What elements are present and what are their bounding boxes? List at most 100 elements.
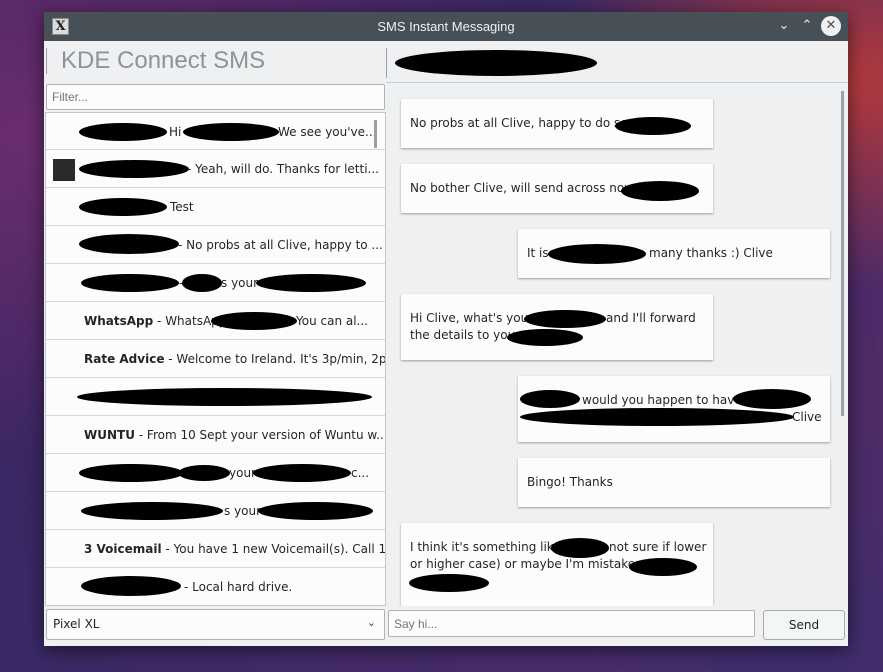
conversation-name: Rate Advice (84, 352, 165, 366)
conversation-preview-tail: You can al... (296, 314, 368, 328)
message-scrollbar[interactable] (841, 91, 844, 416)
message-text: Hi Clive, what's your (410, 311, 534, 325)
redacted-text (409, 574, 489, 592)
message-text-tail: many thanks :) Clive (649, 246, 773, 260)
message-text: would you happen to have (582, 393, 742, 407)
message-text: Bingo! Thanks (527, 475, 613, 489)
conversation-preview: - From 10 Sept your version of Wuntu w..… (134, 428, 385, 442)
redacted-text (524, 310, 606, 328)
conversation-row[interactable]: - s your (46, 264, 385, 302)
message-text: No bother Clive, will send across now. (410, 181, 637, 195)
conversation-row[interactable]: 3 Voicemail - You have 1 new Voicemail(s… (46, 530, 385, 568)
message-bubble: It is many thanks :) Clive (518, 229, 830, 278)
header-divider (386, 82, 848, 83)
conversation-preview-tail: c... (351, 466, 370, 480)
conversation-row[interactable]: WhatsApp - WhatsApp You can al... (46, 302, 385, 340)
redacted-text (81, 502, 223, 520)
conversation-row[interactable]: Test (46, 188, 385, 226)
message-bubble: I think it's something like not sure if … (401, 523, 713, 606)
conversation-preview: - No probs at all Clive, happy to ... (178, 238, 383, 252)
redacted-text (211, 312, 297, 330)
conversation-preview: - Yeah, will do. Thanks for letti... (187, 162, 379, 176)
conversation-row[interactable]: - No probs at all Clive, happy to ... (46, 226, 385, 264)
message-text: I think it's something like (410, 540, 561, 554)
conversation-row[interactable]: - Yeah, will do. Thanks for letti... (46, 150, 385, 188)
redacted-text (520, 390, 580, 408)
sms-window: X SMS Instant Messaging ⌄ ⌃ ✕ KDE Connec… (44, 12, 848, 646)
conversation-preview-tail: s your (221, 276, 259, 290)
conversation-row[interactable]: Hi We see you've... (46, 113, 385, 150)
conversation-preview: - You have 1 new Voicemail(s). Call 1... (161, 542, 385, 556)
conversation-row[interactable]: s your (46, 492, 385, 530)
conversation-preview: - Local hard drive. (184, 580, 293, 594)
send-button[interactable]: Send (763, 610, 845, 640)
message-text-line2: or higher case) or maybe I'm mistaken. (410, 557, 647, 571)
redacted-text (520, 408, 794, 426)
redacted-text (548, 244, 646, 264)
message-text-tail: Clive (792, 410, 822, 424)
message-bubble: No bother Clive, will send across now. (401, 164, 713, 213)
redacted-text (507, 329, 583, 346)
redacted-text (621, 181, 699, 201)
title-bar[interactable]: X SMS Instant Messaging ⌄ ⌃ ✕ (44, 12, 848, 41)
filter-input[interactable] (46, 84, 385, 110)
redacted-text (733, 389, 811, 409)
conversation-row[interactable]: - Local hard drive. (46, 568, 385, 605)
redacted-text (178, 465, 230, 481)
message-text: It is (527, 246, 549, 260)
redacted-text (81, 576, 181, 596)
maximize-icon[interactable]: ⌃ (797, 16, 817, 36)
redacted-text (79, 234, 179, 254)
redacted-text (258, 502, 373, 520)
conversation-list[interactable]: Hi We see you've... - Yeah, will do. Tha… (45, 112, 386, 606)
conversation-preview: Test (170, 200, 194, 214)
app-name: KDE Connect SMS (61, 47, 266, 74)
redacted-text (81, 274, 179, 292)
device-select[interactable]: Pixel XL ⌄ (46, 609, 385, 640)
redacted-text (77, 388, 372, 406)
device-select-value: Pixel XL (53, 617, 100, 631)
message-text-line2: the details to you (410, 328, 516, 342)
redacted-contact-name (395, 50, 597, 76)
redacted-text (183, 123, 279, 141)
conversation-row[interactable]: Rate Advice - Welcome to Ireland. It's 3… (46, 340, 385, 378)
message-bubble: No probs at all Clive, happy to do so. (401, 99, 713, 148)
chevron-down-icon: ⌄ (366, 616, 376, 629)
list-scrollbar[interactable] (374, 120, 377, 148)
app-header: KDE Connect SMS (46, 47, 384, 74)
message-text: No probs at all Clive, happy to do so. (410, 116, 632, 130)
message-text-tail: and I'll forward (606, 311, 696, 325)
message-bubble: Hi Clive, what's your and I'll forward t… (401, 294, 713, 360)
close-icon[interactable]: ✕ (821, 16, 841, 36)
window-title: SMS Instant Messaging (377, 19, 515, 34)
minimize-icon[interactable]: ⌄ (774, 16, 794, 36)
conversation-row[interactable] (46, 378, 385, 416)
conversation-preview: - Welcome to Ireland. It's 3p/min, 2p... (164, 352, 385, 366)
redacted-text (256, 274, 366, 292)
conversation-preview-tail: We see you've... (278, 125, 377, 139)
redacted-text (79, 123, 167, 141)
conversation-preview: s your (224, 504, 262, 518)
message-text-tail: not sure if lower (609, 540, 707, 554)
message-input[interactable] (388, 610, 755, 637)
redacted-text (79, 464, 183, 482)
redacted-text (629, 558, 697, 576)
redacted-text (79, 160, 189, 178)
conversation-preview: Hi (169, 125, 182, 139)
avatar (53, 159, 75, 181)
redacted-text (182, 274, 222, 292)
redacted-text (615, 117, 691, 135)
message-bubble: Bingo! Thanks (518, 458, 830, 507)
conversation-preview: your (229, 466, 256, 480)
redacted-text (551, 538, 609, 558)
message-bubble: would you happen to have Clive (518, 376, 830, 442)
conversation-name: WhatsApp (84, 314, 154, 328)
conversation-title (386, 48, 846, 78)
redacted-text (253, 464, 351, 482)
message-thread[interactable]: No probs at all Clive, happy to do so. N… (388, 88, 846, 606)
redacted-text (79, 198, 167, 216)
conversation-name: 3 Voicemail (84, 542, 162, 556)
conversation-row[interactable]: WUNTU - From 10 Sept your version of Wun… (46, 416, 385, 454)
conversation-row[interactable]: your c... (46, 454, 385, 492)
conversation-name: WUNTU (84, 428, 135, 442)
